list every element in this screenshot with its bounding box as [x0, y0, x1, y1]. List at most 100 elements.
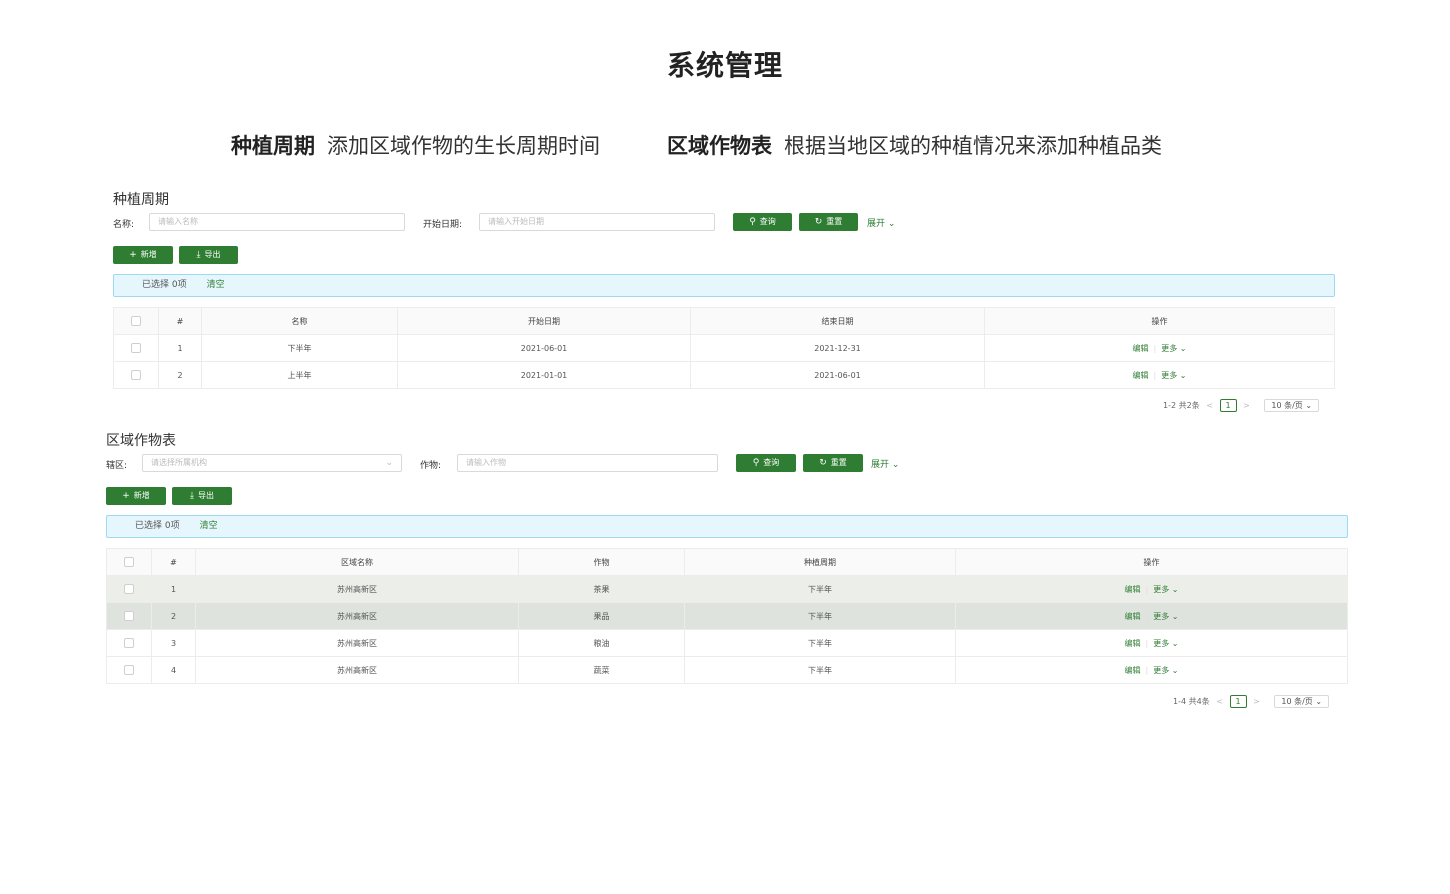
crop-crop-label: 作物: [420, 461, 442, 471]
crop-table: # 区域名称 作物 种植周期 操作 1 苏州高新区 茶果 下半年 编辑 | 更多 ⌄… [106, 548, 1348, 684]
cycle-export-button[interactable]: ⤓ 导出 [179, 246, 238, 264]
select-all-checkbox[interactable] [106, 548, 152, 576]
cycle-expand-link[interactable]: 展开 ⌄ [867, 216, 895, 229]
edit-link[interactable]: 编辑 [1133, 371, 1149, 380]
row-index: 4 [151, 656, 196, 684]
table-row: 1 苏州高新区 茶果 下半年 编辑 | 更多 ⌄ [106, 575, 1348, 603]
chevron-down-icon: ⌄ [887, 219, 896, 229]
cycle-selection-alert: 已选择 0项 清空 [113, 274, 1335, 297]
table-row: 3 苏州高新区 粮油 下半年 编辑 | 更多 ⌄ [106, 629, 1348, 657]
cycle-pagination: 1-2 共2条 < 1 > 10 条/页 ⌄ [1163, 399, 1320, 412]
cycle-expand-label: 展开 [867, 219, 886, 229]
crop-panel-title: 区域作物表 [106, 433, 176, 449]
cycle-date-input[interactable]: 请输入开始日期 [479, 213, 715, 231]
next-page-icon[interactable]: > [1253, 697, 1260, 706]
row-name: 上半年 [201, 361, 398, 389]
more-link[interactable]: 更多 ⌄ [1161, 344, 1186, 353]
more-link[interactable]: 更多 ⌄ [1153, 666, 1178, 675]
col-start-date: 开始日期 [397, 307, 691, 335]
col-actions: 操作 [955, 548, 1348, 576]
row-crop: 粮油 [518, 629, 685, 657]
row-actions: 编辑 | 更多 ⌄ [955, 656, 1348, 684]
row-cycle: 下半年 [684, 602, 956, 630]
edit-link[interactable]: 编辑 [1125, 639, 1141, 648]
chevron-down-icon: ⌄ [1171, 665, 1179, 675]
row-checkbox[interactable] [113, 361, 159, 389]
row-index: 1 [151, 575, 196, 603]
crop-export-button[interactable]: ⤓ 导出 [172, 487, 232, 505]
cycle-reset-button[interactable]: ↻ 重置 [799, 213, 858, 231]
col-crop: 作物 [518, 548, 685, 576]
row-checkbox[interactable] [106, 602, 152, 630]
row-actions: 编辑 | 更多 ⌄ [955, 575, 1348, 603]
cycle-date-label: 开始日期: [423, 220, 463, 230]
row-end: 2021-12-31 [690, 334, 985, 362]
feature-crop-name: 区域作物表 [667, 134, 772, 158]
cycle-search-button[interactable]: ⚲ 查询 [733, 213, 792, 231]
crop-selected-text: 已选择 0项 [135, 521, 180, 531]
edit-link[interactable]: 编辑 [1125, 666, 1141, 675]
row-area: 苏州高新区 [195, 602, 519, 630]
more-link[interactable]: 更多 ⌄ [1153, 639, 1178, 648]
crop-add-button[interactable]: + 新增 [106, 487, 166, 505]
table-row: 2 上半年 2021-01-01 2021-06-01 编辑 | 更多 ⌄ [113, 361, 1335, 389]
page-size-select[interactable]: 10 条/页 ⌄ [1264, 399, 1320, 412]
row-start: 2021-06-01 [397, 334, 691, 362]
prev-page-icon[interactable]: < [1216, 697, 1223, 706]
search-icon: ⚲ [752, 458, 760, 468]
cycle-add-button[interactable]: + 新增 [113, 246, 173, 264]
chevron-down-icon: ⌄ [1179, 370, 1187, 380]
pagination-total: 1-4 共4条 [1173, 697, 1210, 706]
prev-page-icon[interactable]: < [1206, 401, 1213, 410]
pagination-total: 1-2 共2条 [1163, 401, 1200, 410]
more-link[interactable]: 更多 ⌄ [1161, 371, 1186, 380]
cycle-clear-link[interactable]: 清空 [207, 280, 225, 290]
chevron-down-icon: ⌄ [1315, 697, 1323, 706]
reload-icon: ↻ [819, 458, 827, 468]
more-link[interactable]: 更多 ⌄ [1153, 612, 1178, 621]
crop-expand-link[interactable]: 展开 ⌄ [871, 457, 899, 470]
cycle-export-label: 导出 [204, 250, 221, 259]
col-index: # [158, 307, 202, 335]
page-1-button[interactable]: 1 [1229, 695, 1247, 708]
select-all-checkbox[interactable] [113, 307, 159, 335]
more-link[interactable]: 更多 ⌄ [1153, 585, 1178, 594]
crop-export-label: 导出 [197, 491, 214, 500]
row-checkbox[interactable] [106, 629, 152, 657]
cycle-panel-title: 种植周期 [113, 192, 169, 208]
cycle-search-label: 查询 [759, 217, 776, 226]
crop-reset-button[interactable]: ↻ 重置 [803, 454, 863, 472]
cycle-name-input[interactable]: 请输入名称 [149, 213, 405, 231]
row-checkbox[interactable] [106, 656, 152, 684]
chevron-down-icon: ⌄ [1171, 611, 1179, 621]
crop-selection-alert: 已选择 0项 清空 [106, 515, 1348, 538]
crop-clear-link[interactable]: 清空 [200, 521, 218, 531]
edit-link[interactable]: 编辑 [1125, 612, 1141, 621]
crop-search-label: 查询 [763, 458, 780, 467]
chevron-down-icon: ⌄ [385, 458, 393, 468]
next-page-icon[interactable]: > [1243, 401, 1250, 410]
crop-pagination: 1-4 共4条 < 1 > 10 条/页 ⌄ [1173, 695, 1330, 708]
row-end: 2021-06-01 [690, 361, 985, 389]
edit-link[interactable]: 编辑 [1125, 585, 1141, 594]
crop-crop-input[interactable]: 请输入作物 [457, 454, 718, 472]
row-checkbox[interactable] [106, 575, 152, 603]
edit-link[interactable]: 编辑 [1133, 344, 1149, 353]
crop-search-button[interactable]: ⚲ 查询 [736, 454, 796, 472]
chevron-down-icon: ⌄ [1179, 343, 1187, 353]
page-size-select[interactable]: 10 条/页 ⌄ [1274, 695, 1330, 708]
row-area: 苏州高新区 [195, 629, 519, 657]
col-actions: 操作 [984, 307, 1335, 335]
row-crop: 蔬菜 [518, 656, 685, 684]
search-icon: ⚲ [749, 217, 756, 227]
cycle-add-label: 新增 [140, 250, 157, 259]
page-1-button[interactable]: 1 [1219, 399, 1237, 412]
crop-zone-select[interactable]: 请选择所属机构 ⌄ [142, 454, 402, 472]
row-checkbox[interactable] [113, 334, 159, 362]
row-actions: 编辑 | 更多 ⌄ [955, 602, 1348, 630]
table-row: 4 苏州高新区 蔬菜 下半年 编辑 | 更多 ⌄ [106, 656, 1348, 684]
plus-icon: + [129, 250, 137, 260]
col-end-date: 结束日期 [690, 307, 985, 335]
download-icon: ⤓ [190, 491, 194, 501]
row-name: 下半年 [201, 334, 398, 362]
